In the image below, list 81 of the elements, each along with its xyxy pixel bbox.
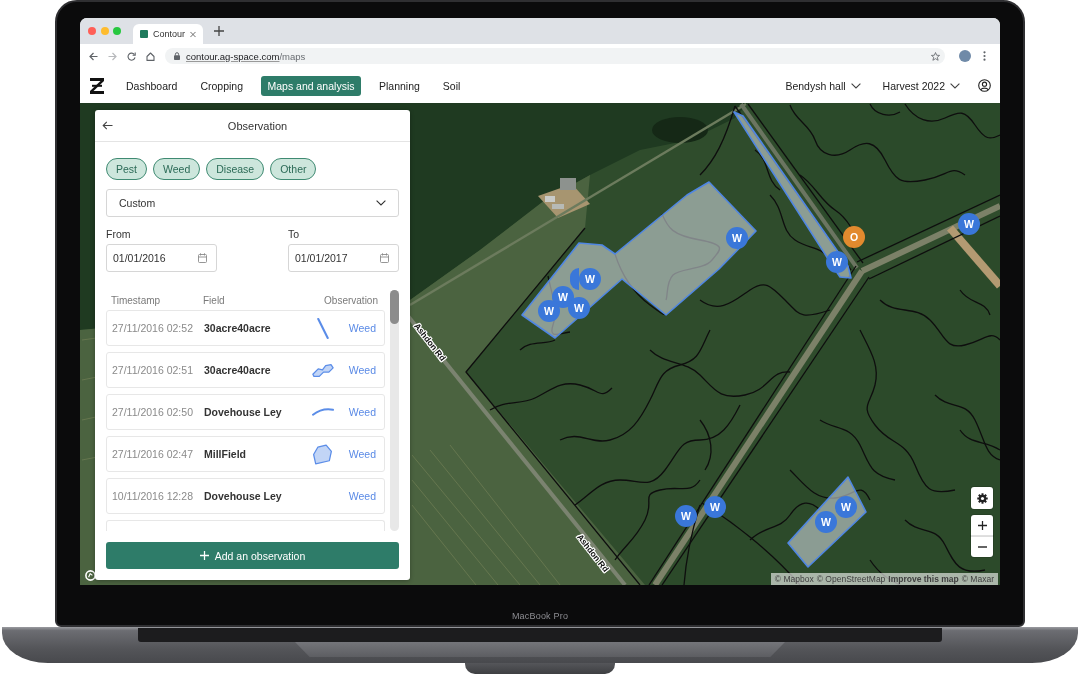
zoom-out-button[interactable]: [971, 536, 993, 557]
browser-tab[interactable]: Contour: [133, 24, 203, 44]
reload-icon[interactable]: [127, 51, 136, 61]
polygon-shape-icon: [313, 443, 333, 465]
nav-tab[interactable]: Planning: [373, 75, 425, 96]
row-timestamp: 10/11/2016 12:28: [112, 490, 193, 502]
profile-avatar[interactable]: [959, 50, 971, 62]
filter-chip[interactable]: Pest: [106, 158, 147, 180]
observation-type-link[interactable]: Weed: [348, 448, 376, 460]
nav-dropdown[interactable]: Harvest 2022: [882, 79, 960, 92]
lock-icon: [174, 52, 180, 60]
row-field-name: Dovehouse Ley: [204, 406, 282, 418]
row-timestamp: 27/11/2016 02:47: [112, 448, 193, 460]
period-dropdown[interactable]: Custom: [106, 189, 399, 217]
nav-tab[interactable]: Maps and analysis: [261, 75, 361, 96]
user-icon[interactable]: [978, 79, 991, 92]
attribution-link[interactable]: © Maxar: [961, 573, 994, 585]
column-header: Timestamp: [111, 294, 161, 306]
nav-tab[interactable]: Cropping: [195, 75, 248, 96]
column-header: Observation: [324, 294, 378, 306]
panel-title: Observation: [226, 119, 289, 132]
date-label: From: [106, 228, 131, 240]
address-bar[interactable]: contour.ag-space.com/maps: [165, 48, 945, 64]
row-field-name: 30acre40acre: [204, 322, 271, 334]
arc-shape-icon: [311, 408, 334, 416]
observation-row[interactable]: 27/11/2016 02:50 Dovehouse Ley Weed: [106, 394, 385, 430]
kebab-menu-icon[interactable]: [983, 51, 986, 61]
attribution-link[interactable]: Improve this map: [888, 573, 959, 585]
scrollbar[interactable]: [390, 290, 399, 531]
settings-button[interactable]: [971, 487, 993, 509]
chevron-down-icon: [376, 200, 386, 206]
filter-chip[interactable]: Weed: [153, 158, 201, 180]
date-field[interactable]: 01/01/2017: [288, 244, 399, 272]
calendar-icon: [198, 253, 207, 263]
date-field[interactable]: 01/01/2016: [106, 244, 217, 272]
observation-row[interactable]: 27/11/2016 02:51 30acre40acre Weed: [106, 352, 385, 388]
calendar-icon: [380, 253, 389, 263]
map-logo-icon[interactable]: [85, 570, 96, 581]
map-marker[interactable]: [570, 268, 579, 290]
device-model-label: MacBook Pro: [511, 610, 569, 622]
plus-icon: [199, 551, 209, 560]
observation-type-link[interactable]: Weed: [348, 322, 376, 334]
logo-icon[interactable]: [90, 77, 104, 94]
back-arrow-icon[interactable]: [89, 51, 98, 61]
row-field-name: Dovehouse Ley: [204, 490, 282, 502]
observation-row[interactable]: 27/11/2016 02:47 MillField Weed: [106, 436, 385, 472]
chevron-down-icon: [950, 82, 960, 89]
column-header: Field: [203, 294, 225, 306]
add-observation-button[interactable]: Add an observation: [106, 542, 399, 569]
row-field-name: 30acre40acre: [204, 364, 271, 376]
filter-chip[interactable]: Disease: [206, 158, 265, 180]
attribution-link[interactable]: © OpenStreetMap: [816, 573, 886, 585]
observation-type-link[interactable]: Weed: [348, 364, 376, 376]
row-field-name: MillField: [204, 448, 246, 460]
back-arrow-icon[interactable]: [102, 121, 113, 130]
plus-icon: [977, 521, 987, 530]
star-icon[interactable]: [931, 51, 940, 61]
filter-chip[interactable]: Other: [270, 158, 317, 180]
row-timestamp: 27/11/2016 02:50: [112, 406, 193, 418]
settings-icon: [976, 492, 988, 504]
minus-icon: [977, 546, 987, 548]
chevron-down-icon: [850, 82, 861, 89]
polygon-shape-icon: [311, 363, 334, 377]
scrollbar-thumb[interactable]: [390, 290, 399, 324]
row-timestamp: 27/11/2016 02:52: [112, 322, 193, 334]
observation-row[interactable]: 27/11/2016 02:52 30acre40acre Weed: [106, 310, 385, 346]
observation-row[interactable]: 10/11/2016 12:28 Dovehouse Ley Weed: [106, 478, 385, 514]
zoom-in-button[interactable]: [971, 515, 993, 536]
attribution-link[interactable]: © Mapbox: [774, 573, 814, 585]
observation-type-link[interactable]: Weed: [348, 490, 376, 502]
favicon-icon: [140, 30, 148, 38]
plus-icon[interactable]: [214, 26, 224, 36]
nav-tab[interactable]: Soil: [437, 75, 466, 96]
observation-type-link[interactable]: Weed: [348, 406, 376, 418]
home-icon[interactable]: [146, 51, 155, 61]
nav-tab[interactable]: Dashboard: [121, 75, 183, 96]
row-timestamp: 27/11/2016 02:51: [112, 364, 193, 376]
date-label: To: [288, 228, 300, 240]
close-icon[interactable]: [190, 30, 196, 38]
line-shape-icon: [316, 317, 329, 339]
nav-dropdown[interactable]: Bendysh hall: [785, 79, 861, 92]
